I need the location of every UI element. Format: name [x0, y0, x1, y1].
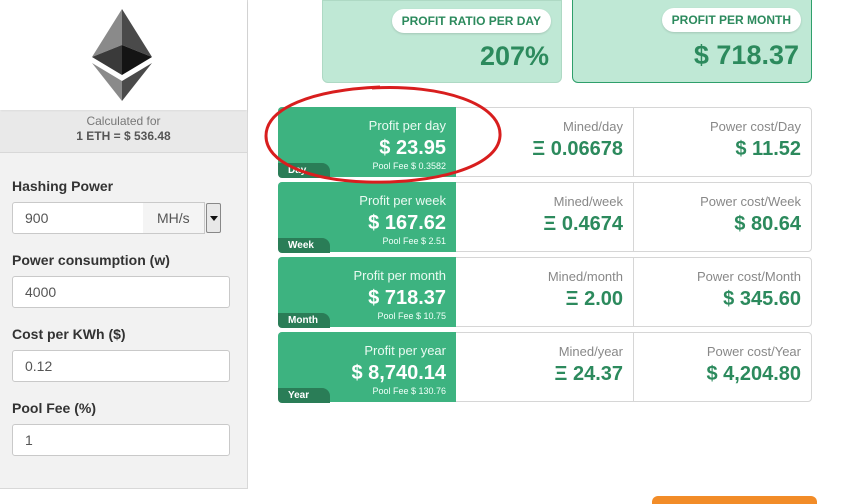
profit-cell: Profit per year $ 8,740.14 Pool Fee $ 13…	[278, 332, 456, 403]
profit-label: Profit per month	[353, 268, 447, 283]
power-cost-label: Power cost/Month	[696, 269, 801, 284]
profit-month-card: PROFIT PER MONTH $ 718.37	[572, 0, 812, 83]
profit-label: Profit per week	[359, 193, 446, 208]
ethereum-logo-icon	[92, 9, 152, 101]
profit-cell: Profit per month $ 718.37 Pool Fee $ 10.…	[278, 257, 456, 328]
profit-cell: Profit per day $ 23.95 Pool Fee $ 0.3582…	[278, 107, 456, 178]
table-row-month: Profit per month $ 718.37 Pool Fee $ 10.…	[278, 257, 812, 328]
mined-label: Mined/month	[547, 269, 623, 284]
profit-value: $ 718.37	[368, 287, 446, 309]
profit-ratio-card: PROFIT RATIO PER DAY 207%	[322, 0, 562, 83]
rate-info: Calculated for 1 ETH = $ 536.48	[0, 112, 247, 153]
pool-fee-value: Pool Fee $ 0.3582	[372, 161, 446, 171]
period-tag: Month	[278, 313, 330, 328]
profit-value: $ 8,740.14	[351, 362, 446, 384]
eth-rate: 1 ETH = $ 536.48	[76, 129, 171, 143]
mined-cell: Mined/week Ξ 0.4674	[456, 183, 634, 251]
mined-label: Mined/year	[558, 344, 623, 359]
profit-month-value: $ 718.37	[693, 40, 799, 70]
pool-fee-label: Pool Fee (%)	[12, 400, 97, 416]
profit-value: $ 23.95	[379, 137, 446, 159]
power-cost-value: $ 345.60	[723, 288, 801, 310]
mined-value: Ξ 0.06678	[532, 138, 623, 160]
sidebar: Calculated for 1 ETH = $ 536.48 Hashing …	[0, 0, 248, 489]
power-cost-cell: Power cost/Year $ 4,204.80	[634, 333, 811, 401]
hashing-power-input[interactable]	[12, 202, 144, 234]
chevron-down-icon[interactable]	[206, 203, 221, 233]
profit-month-label: PROFIT PER MONTH	[661, 8, 801, 32]
power-consumption-label: Power consumption (w)	[12, 252, 170, 268]
power-cost-cell: Power cost/Month $ 345.60	[634, 258, 811, 326]
power-cost-label: Power cost/Day	[709, 119, 801, 134]
period-tag: Day	[278, 163, 330, 178]
pool-fee-value: Pool Fee $ 2.51	[382, 236, 446, 246]
period-tag: Week	[278, 238, 330, 253]
power-cost-value: $ 11.52	[735, 138, 801, 160]
pool-fee-value: Pool Fee $ 10.75	[377, 311, 446, 321]
table-row-day: Profit per day $ 23.95 Pool Fee $ 0.3582…	[278, 107, 812, 178]
profit-ratio-label: PROFIT RATIO PER DAY	[391, 9, 551, 33]
mined-label: Mined/day	[563, 119, 623, 134]
hashing-unit-select[interactable]: MH/s	[143, 202, 205, 234]
hashing-power-label: Hashing Power	[12, 178, 114, 194]
mined-value: Ξ 24.37	[554, 363, 623, 385]
cost-per-kwh-input[interactable]	[12, 350, 230, 382]
power-cost-label: Power cost/Year	[706, 344, 801, 359]
period-tag: Year	[278, 388, 330, 403]
profit-label: Profit per year	[364, 343, 446, 358]
action-button-edge[interactable]	[652, 496, 817, 504]
mined-cell: Mined/day Ξ 0.06678	[456, 108, 634, 176]
mined-label: Mined/week	[553, 194, 623, 209]
pool-fee-value: Pool Fee $ 130.76	[372, 386, 446, 396]
mined-value: Ξ 2.00	[565, 288, 623, 310]
power-cost-value: $ 80.64	[734, 213, 801, 235]
profit-ratio-value: 207%	[479, 41, 549, 71]
power-cost-label: Power cost/Week	[700, 194, 801, 209]
table-row-week: Profit per week $ 167.62 Pool Fee $ 2.51…	[278, 182, 812, 253]
mined-value: Ξ 0.4674	[543, 213, 623, 235]
power-cost-value: $ 4,204.80	[706, 363, 801, 385]
logo-box	[0, 0, 247, 110]
cost-per-kwh-label: Cost per KWh ($)	[12, 326, 126, 342]
calculated-for-label: Calculated for	[86, 114, 161, 128]
profit-cell: Profit per week $ 167.62 Pool Fee $ 2.51…	[278, 182, 456, 253]
power-consumption-input[interactable]	[12, 276, 230, 308]
table-row-year: Profit per year $ 8,740.14 Pool Fee $ 13…	[278, 332, 812, 403]
power-cost-cell: Power cost/Week $ 80.64	[634, 183, 811, 251]
profit-label: Profit per day	[368, 118, 446, 133]
mined-cell: Mined/month Ξ 2.00	[456, 258, 634, 326]
pool-fee-input[interactable]	[12, 424, 230, 456]
profit-value: $ 167.62	[368, 212, 446, 234]
power-cost-cell: Power cost/Day $ 11.52	[634, 108, 811, 176]
mined-cell: Mined/year Ξ 24.37	[456, 333, 634, 401]
